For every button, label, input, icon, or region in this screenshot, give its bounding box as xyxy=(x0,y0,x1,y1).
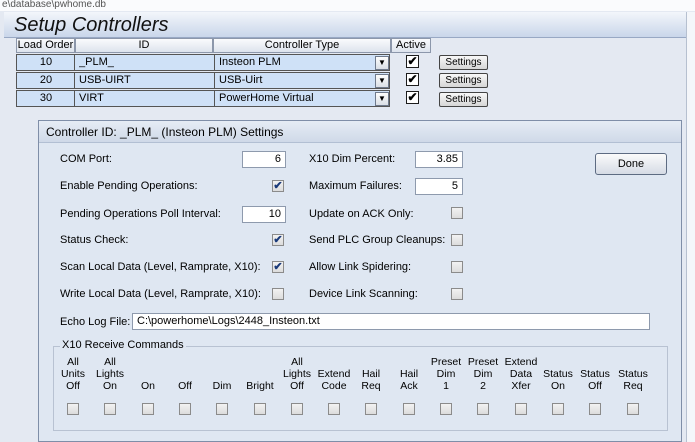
id-cell[interactable]: VIRT xyxy=(79,91,209,106)
table-row[interactable]: 10 _PLM_ Insteon PLM ▼ xyxy=(16,54,390,71)
chevron-down-icon[interactable]: ▼ xyxy=(375,92,389,106)
window-title: Setup Controllers xyxy=(4,12,690,38)
id-cell[interactable]: USB-UIRT xyxy=(79,73,209,88)
active-checkbox[interactable]: ✔ xyxy=(406,73,419,86)
table-row[interactable]: 20 USB-UIRT USB-Uirt ▼ xyxy=(16,72,390,89)
x10-command-checkbox[interactable] xyxy=(515,403,527,415)
file-path-text: e\database\pwhome.db xyxy=(2,0,106,10)
x10-command-checkbox[interactable] xyxy=(104,403,116,415)
active-checkbox[interactable]: ✔ xyxy=(406,91,419,104)
column-header-load-order[interactable]: Load Order xyxy=(16,38,75,53)
x10-command-checkbox[interactable] xyxy=(403,403,415,415)
x10-command-label: Status Req xyxy=(609,368,657,392)
x10-command-checkbox[interactable] xyxy=(627,403,639,415)
x10-command-checkbox[interactable] xyxy=(589,403,601,415)
cell-divider xyxy=(74,55,75,70)
x10-command-checkbox[interactable] xyxy=(216,403,228,415)
cell-divider xyxy=(74,73,75,88)
load-order-cell: 10 xyxy=(39,56,53,68)
chevron-down-icon[interactable]: ▼ xyxy=(375,74,389,88)
x10-command-label-line: All xyxy=(104,356,116,368)
x10-command-checkbox[interactable] xyxy=(291,403,303,415)
active-checkbox[interactable]: ✔ xyxy=(406,55,419,68)
controller-type-select[interactable]: USB-Uirt xyxy=(219,73,369,88)
x10-command-checkbox[interactable] xyxy=(365,403,377,415)
x10-command-label-line: All xyxy=(291,356,303,368)
x10-commands-row: All Units Off All Lights On On Off Dim Bright All L… xyxy=(39,121,681,441)
column-header-controller-type[interactable]: Controller Type xyxy=(213,38,391,53)
controller-settings-dialog: Controller ID: _PLM_ (Insteon PLM) Setti… xyxy=(38,120,682,442)
chevron-down-icon[interactable]: ▼ xyxy=(375,56,389,70)
settings-button[interactable]: Settings xyxy=(439,73,488,88)
cell-divider xyxy=(214,55,215,70)
column-header-id[interactable]: ID xyxy=(75,38,213,53)
column-header-active[interactable]: Active xyxy=(391,38,431,53)
x10-command-checkbox[interactable] xyxy=(254,403,266,415)
cell-divider xyxy=(214,73,215,88)
load-order-cell: 20 xyxy=(39,74,53,86)
x10-command-checkbox[interactable] xyxy=(328,403,340,415)
x10-command-label-line: Req xyxy=(623,380,643,392)
cell-divider xyxy=(74,91,75,106)
x10-command-checkbox[interactable] xyxy=(552,403,564,415)
x10-command-checkbox[interactable] xyxy=(477,403,489,415)
x10-command-checkbox[interactable] xyxy=(67,403,79,415)
load-order-cell: 30 xyxy=(39,92,53,104)
table-row[interactable]: 30 VIRT PowerHome Virtual ▼ xyxy=(16,90,390,107)
x10-command-checkbox[interactable] xyxy=(440,403,452,415)
controller-type-select[interactable]: Insteon PLM xyxy=(219,55,369,70)
x10-command-label-line: Status xyxy=(618,368,648,380)
settings-button[interactable]: Settings xyxy=(439,55,488,70)
x10-command-label-line: Lights xyxy=(95,368,125,380)
settings-button[interactable]: Settings xyxy=(439,92,488,107)
x10-command-checkbox[interactable] xyxy=(179,403,191,415)
file-path-bar: e\database\pwhome.db xyxy=(0,0,695,11)
id-cell[interactable]: _PLM_ xyxy=(79,55,209,70)
x10-command-label-line: Extend xyxy=(504,356,538,368)
controller-type-select[interactable]: PowerHome Virtual xyxy=(219,91,369,106)
x10-command-checkbox[interactable] xyxy=(142,403,154,415)
cell-divider xyxy=(214,91,215,106)
right-scrollbar[interactable] xyxy=(686,12,695,442)
